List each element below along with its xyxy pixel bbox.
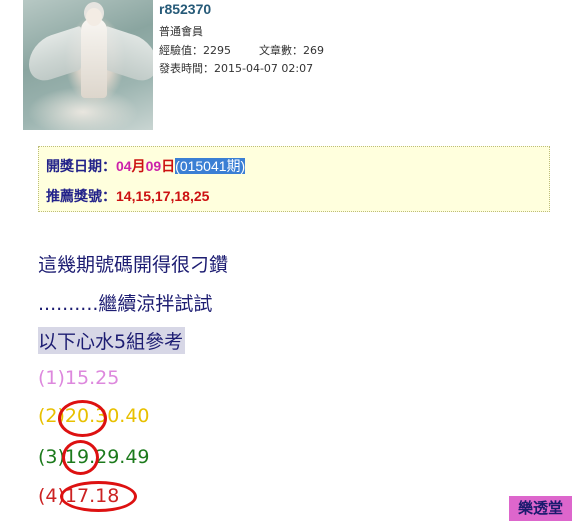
recommend-row: 推薦獎號：14,15,17,18,25 [46,186,209,206]
site-stamp-logo: 樂透堂 [509,496,572,521]
posts-label: 文章數： [259,44,303,57]
lottery-info-box: 開獎日期：04月09日(015041期) 推薦獎號：14,15,17,18,25 [38,146,550,212]
username-link[interactable]: r852370 [159,1,211,17]
user-group: 普通會員 [159,25,203,38]
post-line-3-highlighted: 以下心水5組參考 [38,327,186,354]
draw-date-row: 開獎日期：04月09日(015041期) [46,156,246,176]
user-stats: 經驗值：2295 文章數：269 [159,42,324,58]
draw-issue-selected[interactable]: (015041期) [175,158,246,174]
recommend-numbers: 14,15,17,18,25 [116,188,210,204]
post-line-1: 這幾期號碼開得很刁鑽 [38,254,229,276]
post-line-2: ..........繼續涼拌試試 [38,293,213,315]
avatar-head [86,8,102,26]
draw-day: 09 [145,158,162,174]
circle-mark-17-18 [60,481,137,512]
post-time: 發表時間：2015-04-07 02:07 [159,60,313,76]
number-group-1: (1)15.25 [38,367,120,389]
draw-month-unit: 月 [131,158,146,174]
avatar-figure [81,18,107,98]
circle-mark-20 [58,400,107,437]
avatar-wing-right [105,25,153,87]
draw-date-label: 開獎日期： [46,158,116,174]
recommend-label: 推薦獎號： [46,188,116,204]
user-avatar[interactable] [23,0,153,130]
post-time-value: 2015-04-07 02:07 [214,62,314,75]
post-time-label: 發表時間： [159,62,214,75]
draw-month: 04 [116,158,132,174]
avatar-wing-left [29,25,81,87]
exp-label: 經驗值： [159,44,203,57]
posts-value: 269 [303,44,324,57]
circle-mark-19 [62,440,99,475]
exp-value: 2295 [203,44,231,57]
draw-day-unit: 日 [161,158,176,174]
